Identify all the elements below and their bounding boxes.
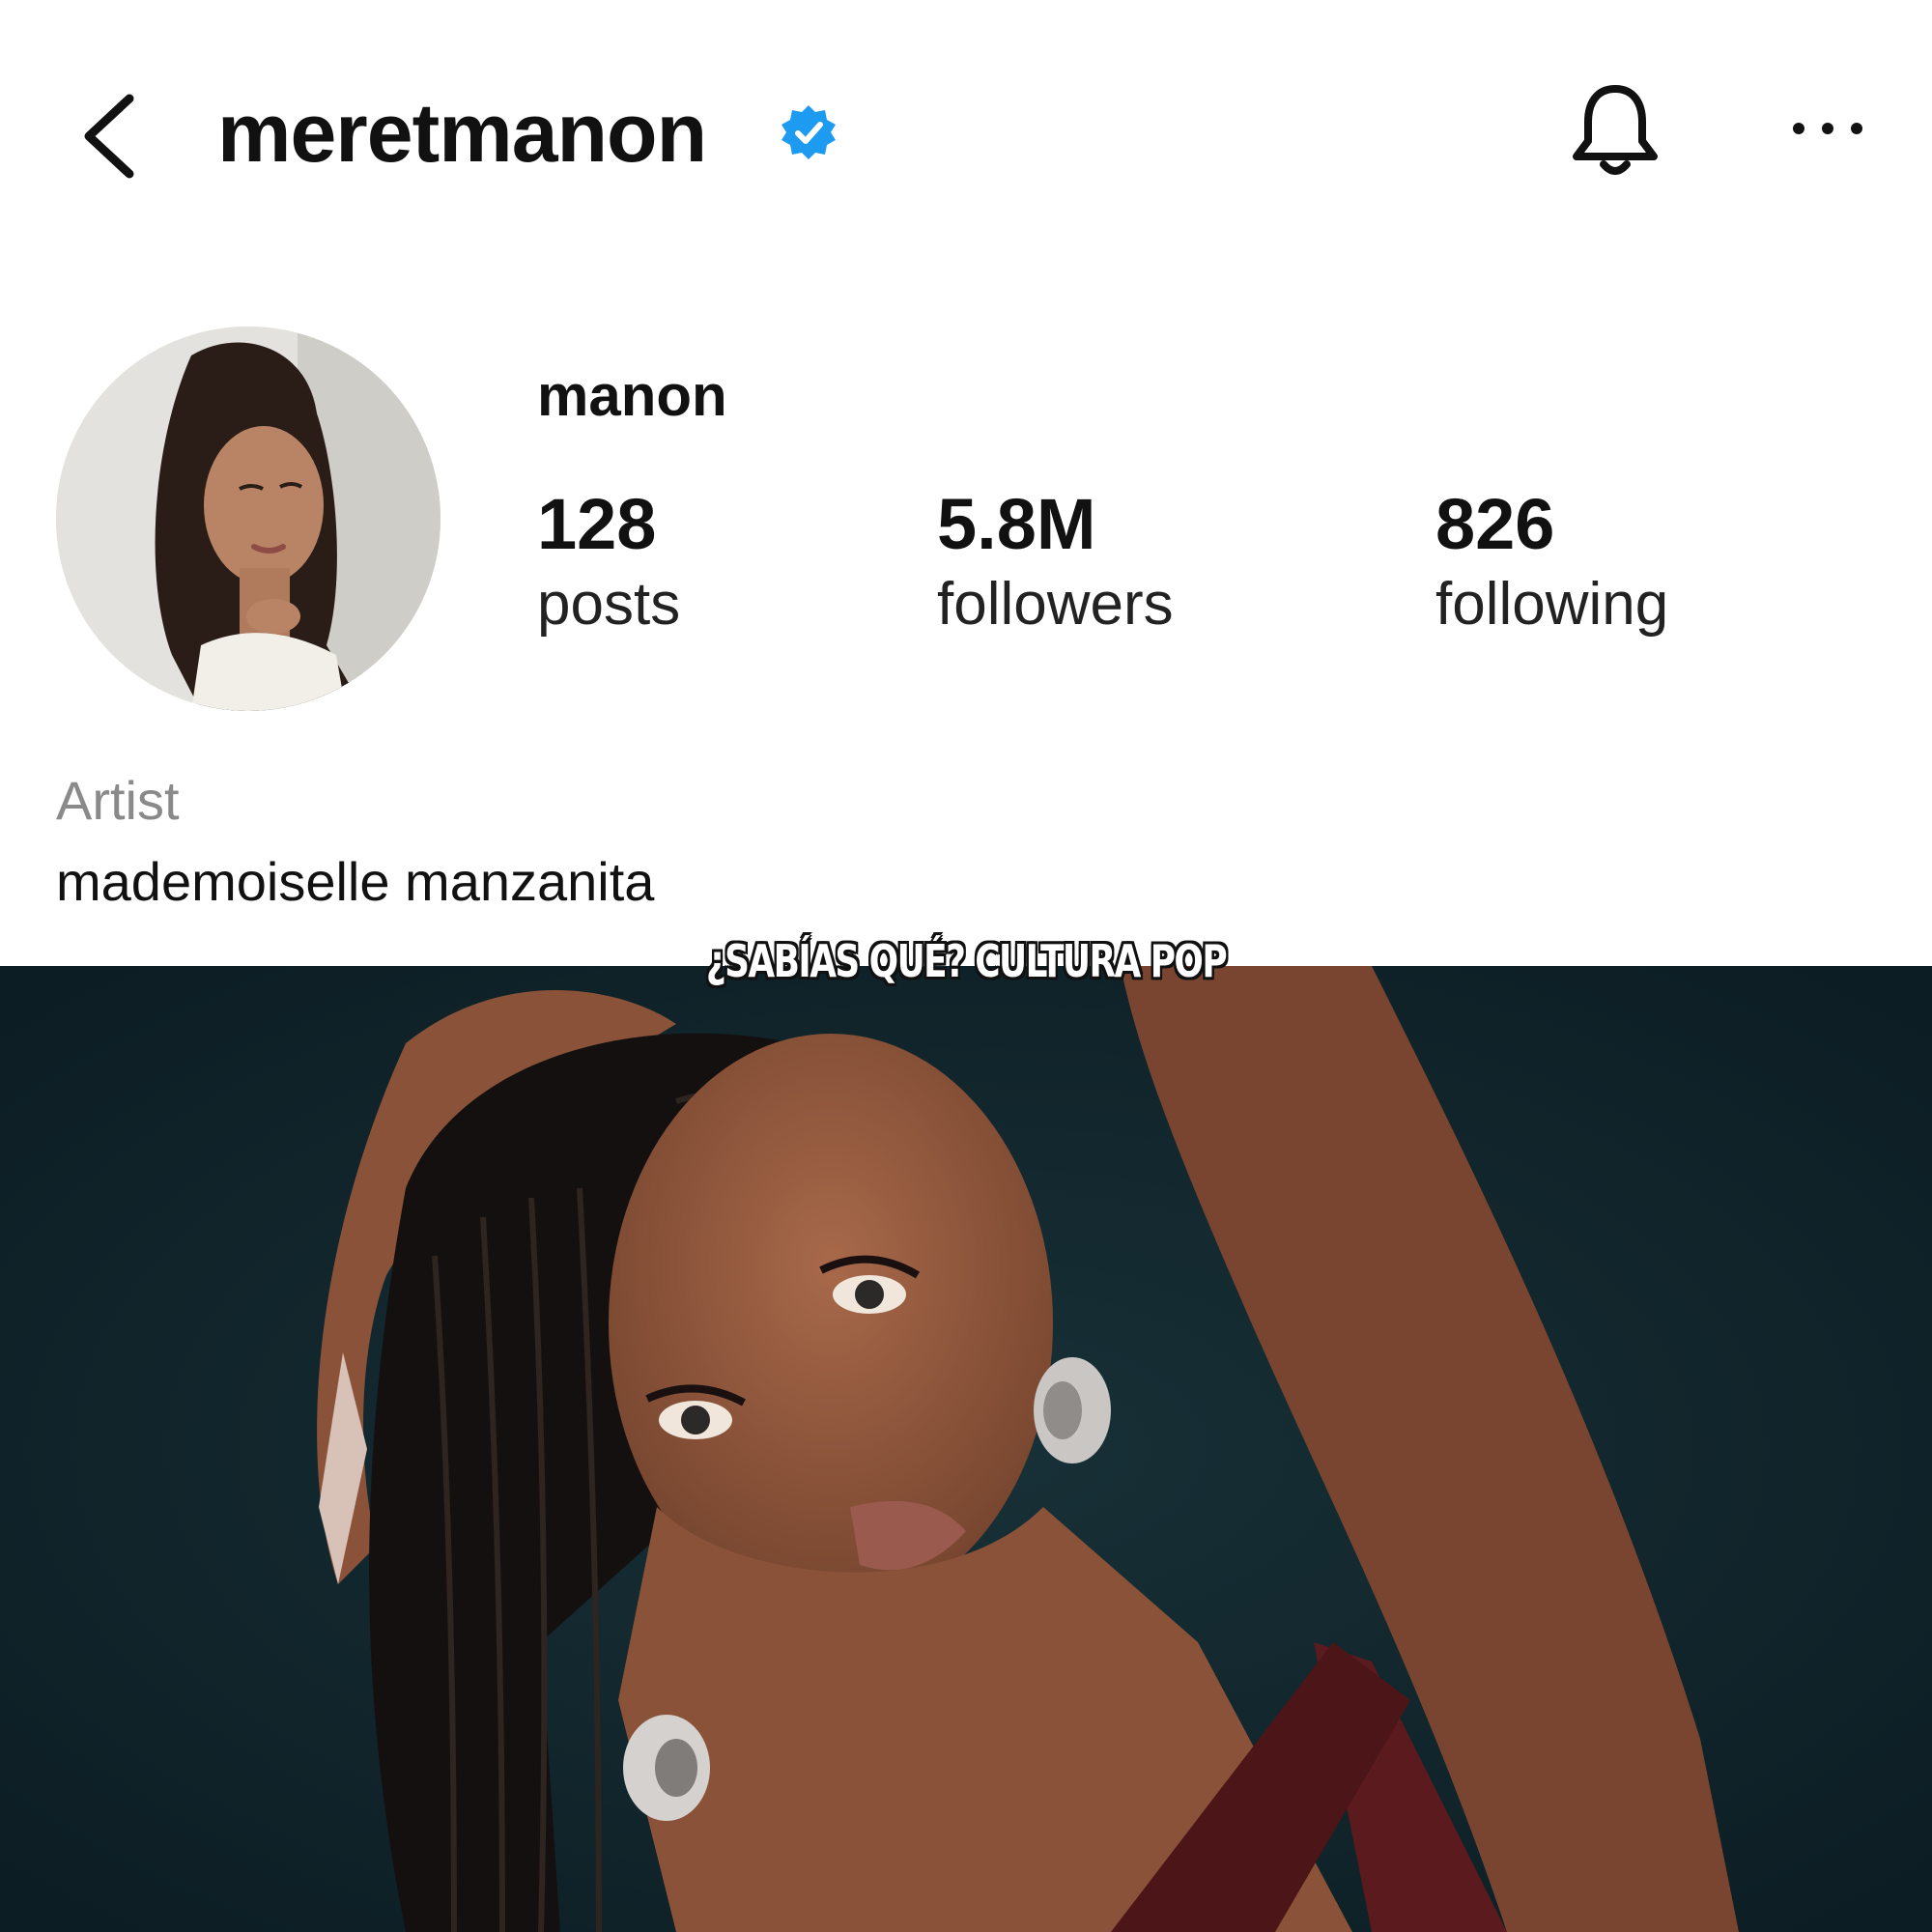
bell-icon	[1573, 85, 1658, 175]
followers-count: 5.8M	[937, 484, 1096, 564]
portrait-photo	[0, 966, 1932, 1932]
verified-badge-icon	[781, 105, 836, 159]
following-count: 826	[1435, 484, 1555, 564]
profile-username: meretmanon	[217, 87, 707, 180]
more-options-button[interactable]	[1789, 114, 1866, 143]
profile-category: Artist	[56, 770, 180, 831]
back-button[interactable]	[75, 93, 143, 180]
following-stat[interactable]: 826 following	[1435, 483, 1668, 643]
following-label: following	[1435, 571, 1669, 638]
posts-count: 128	[537, 484, 657, 564]
chevron-left-icon	[84, 94, 134, 179]
avatar[interactable]	[56, 327, 440, 711]
portrait-illustration	[0, 966, 1932, 1932]
profile-bio: mademoiselle manzanita	[56, 851, 655, 912]
notifications-button[interactable]	[1567, 77, 1663, 184]
more-horizontal-icon	[1793, 123, 1862, 134]
posts-label: posts	[537, 571, 681, 638]
display-name: manon	[537, 363, 727, 428]
followers-label: followers	[937, 571, 1174, 638]
avatar-image	[56, 327, 440, 711]
posts-stat[interactable]: 128 posts	[537, 483, 680, 643]
watermark-text: ¿SABÍAS QUÉ? CULTURA POP	[705, 935, 1228, 987]
profile-header-section: meretmanon manon 128 posts 5.8M follower…	[0, 0, 1932, 966]
followers-stat[interactable]: 5.8M followers	[937, 483, 1174, 643]
